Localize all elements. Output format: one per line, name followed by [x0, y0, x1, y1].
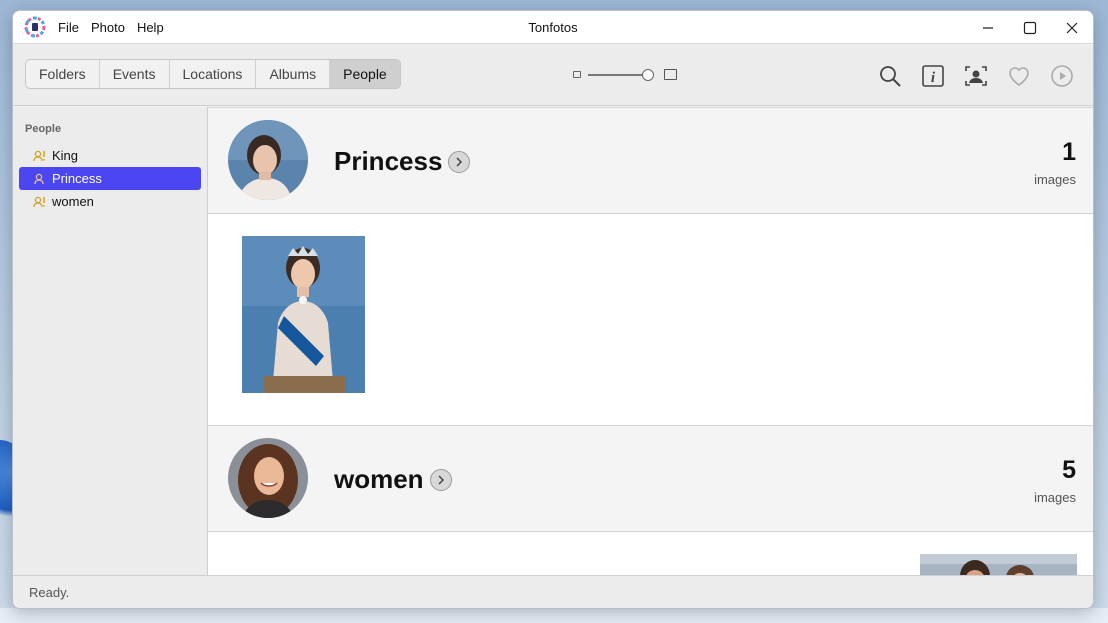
image-count-label: images: [1034, 490, 1076, 505]
large-image-icon: [664, 69, 677, 80]
person-avatar[interactable]: [228, 438, 308, 518]
maximize-icon: [1023, 21, 1037, 34]
tab-events[interactable]: Events: [100, 60, 170, 88]
chevron-right-icon: [456, 157, 463, 167]
tab-locations[interactable]: Locations: [170, 60, 257, 88]
face-recognition-icon: [965, 66, 987, 86]
sidebar-heading: People: [25, 123, 62, 135]
heart-icon: [1009, 67, 1029, 86]
status-text: Ready.: [29, 585, 70, 600]
sidebar-item-label: women: [52, 194, 94, 209]
info-icon: i: [922, 65, 944, 87]
face-recognition-button[interactable]: [963, 63, 989, 89]
sidebar-item-princess[interactable]: Princess: [19, 167, 201, 190]
person-name: women: [334, 464, 424, 494]
status-bar: Ready.: [13, 575, 1093, 608]
sidebar-item-label: Princess: [52, 171, 102, 186]
search-button[interactable]: [877, 63, 903, 89]
photo-thumbnail[interactable]: [920, 554, 1077, 577]
photo-image: [242, 236, 365, 393]
image-count: 1: [1062, 138, 1076, 166]
tab-people[interactable]: People: [330, 60, 400, 88]
photo-image: [920, 554, 1077, 577]
open-person-button[interactable]: [448, 151, 470, 173]
favorite-button[interactable]: [1006, 63, 1032, 89]
slideshow-button[interactable]: [1049, 63, 1075, 89]
chevron-right-icon: [438, 475, 445, 485]
menu-help[interactable]: Help: [137, 20, 170, 35]
menu-file[interactable]: File: [58, 20, 85, 35]
taskbar-edge: [0, 608, 1108, 623]
sidebar-item-label: King: [52, 148, 79, 163]
app-logo-icon: [24, 16, 46, 38]
minimize-icon: [983, 26, 993, 29]
close-icon: [1066, 22, 1078, 33]
menu-photo[interactable]: Photo: [91, 20, 131, 35]
sidebar-item-women[interactable]: women: [19, 190, 201, 213]
view-tabs: Folders Events Locations Albums People: [25, 59, 401, 89]
title-bar: File Photo Help Tonfotos: [13, 11, 1093, 44]
tab-folders[interactable]: Folders: [26, 60, 100, 88]
app-window: File Photo Help Tonfotos Folders Events …: [12, 10, 1094, 609]
person-unconfirmed-icon: [33, 196, 45, 207]
person-avatar[interactable]: [228, 120, 308, 200]
slider-handle[interactable]: [642, 69, 654, 81]
window-controls: [967, 11, 1093, 44]
small-image-icon: [573, 71, 581, 78]
person-group-header: women 5 images: [208, 425, 1093, 532]
people-list: King Princess women: [19, 144, 201, 213]
image-count: 5: [1062, 456, 1076, 484]
search-icon: [880, 66, 901, 87]
people-gallery: Princess 1 images women 5 images: [208, 107, 1093, 577]
person-name: Princess: [334, 146, 443, 176]
sidebar: People King Princess women: [13, 107, 208, 577]
thumbnail-size-slider[interactable]: [570, 67, 680, 83]
open-person-button[interactable]: [430, 469, 452, 491]
person-group-header: Princess 1 images: [208, 107, 1093, 214]
portrait-image: [228, 438, 308, 518]
slider-track[interactable]: [588, 74, 650, 76]
maximize-button[interactable]: [1009, 11, 1051, 44]
svg-text:i: i: [931, 70, 936, 86]
close-button[interactable]: [1051, 11, 1093, 44]
person-icon: [34, 173, 44, 184]
sidebar-item-king[interactable]: King: [19, 144, 201, 167]
play-icon: [1051, 65, 1073, 87]
toolbar-actions: i: [877, 63, 1075, 89]
menu-bar: File Photo Help: [58, 11, 176, 44]
info-button[interactable]: i: [920, 63, 946, 89]
tab-albums[interactable]: Albums: [256, 60, 331, 88]
portrait-image: [228, 120, 308, 200]
minimize-button[interactable]: [967, 11, 1009, 44]
toolbar: Folders Events Locations Albums People i: [13, 45, 1093, 106]
image-count-label: images: [1034, 172, 1076, 187]
person-unconfirmed-icon: [33, 150, 45, 161]
photo-thumbnail[interactable]: [242, 236, 365, 393]
